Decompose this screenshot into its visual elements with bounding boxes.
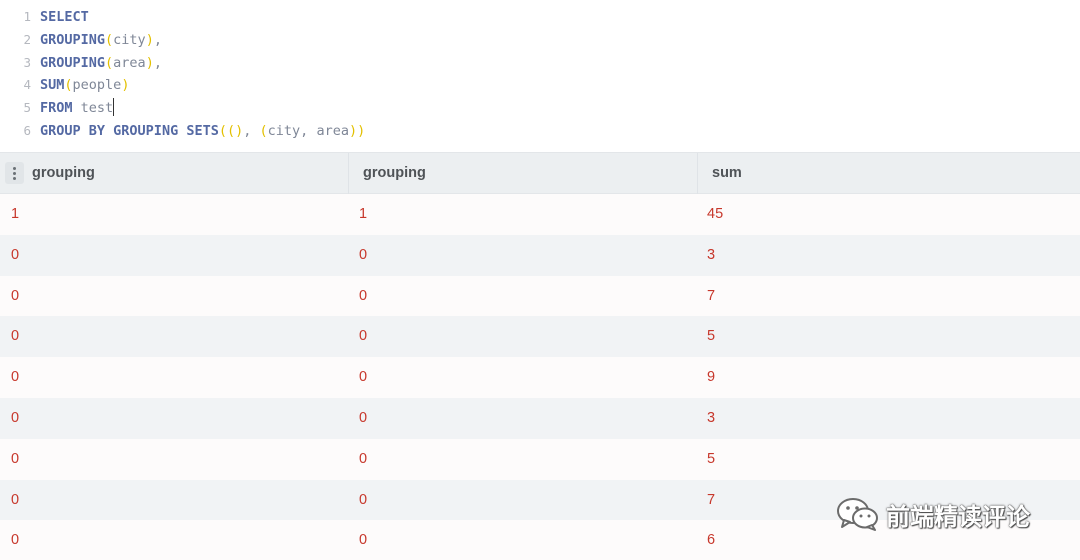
- watermark-text: 前端精读评论: [886, 502, 1030, 531]
- table-cell[interactable]: 0: [11, 480, 19, 521]
- column-menu-icon[interactable]: [5, 162, 24, 184]
- code-token: ,: [153, 31, 162, 48]
- table-cell[interactable]: 0: [359, 276, 367, 317]
- table-cell[interactable]: 0: [359, 439, 367, 480]
- code-token: SUM: [40, 77, 65, 94]
- line-code: SELECT: [40, 6, 89, 28]
- code-token: (: [105, 54, 114, 71]
- table-row[interactable]: 0 0 7: [0, 275, 1080, 317]
- table-row[interactable]: 0 0 3: [0, 398, 1080, 439]
- column-header-sum[interactable]: sum: [698, 153, 1080, 194]
- line-number: 4: [23, 77, 31, 93]
- grid-header: grouping grouping sum: [0, 152, 1080, 194]
- line-code: GROUPING(city),: [40, 29, 162, 51]
- code-token: SELECT: [40, 9, 89, 25]
- table-cell[interactable]: 0: [11, 316, 19, 357]
- column-header-grouping-city[interactable]: grouping: [0, 153, 349, 194]
- text-cursor: [113, 98, 115, 117]
- table-cell[interactable]: 0: [359, 316, 367, 357]
- code-token: GROUPING: [40, 54, 106, 71]
- table-row[interactable]: 0 0 5: [0, 438, 1080, 480]
- table-row[interactable]: 1 1 45: [0, 194, 1080, 235]
- code-token: (: [259, 123, 268, 139]
- table-cell[interactable]: 0: [11, 520, 19, 560]
- line-number: 5: [23, 100, 31, 116]
- table-cell[interactable]: 0: [11, 357, 19, 398]
- code-token: FROM: [40, 100, 73, 117]
- code-token: city: [113, 31, 146, 48]
- table-cell[interactable]: 6: [707, 520, 715, 560]
- code-token: area: [113, 54, 146, 71]
- code-token: ): [145, 31, 154, 48]
- code-token: ): [145, 54, 154, 71]
- table-cell[interactable]: 1: [359, 194, 367, 235]
- table-cell[interactable]: 0: [359, 357, 367, 398]
- code-token: ): [121, 77, 130, 94]
- table-cell[interactable]: 0: [359, 235, 367, 276]
- code-token: GROUPING: [40, 31, 106, 48]
- line-number: 1: [23, 9, 31, 24]
- code-token: GROUP BY: [40, 123, 106, 139]
- table-cell[interactable]: 3: [707, 398, 715, 439]
- code-token: people: [72, 77, 122, 94]
- code-token: ,: [300, 123, 317, 139]
- table-cell[interactable]: 7: [707, 276, 715, 317]
- line-number: 6: [23, 123, 31, 138]
- code-token: ,: [243, 123, 260, 139]
- table-cell[interactable]: 9: [707, 357, 715, 398]
- table-cell[interactable]: 45: [707, 194, 723, 235]
- table-cell[interactable]: 5: [707, 316, 715, 357]
- table-cell[interactable]: 0: [11, 398, 19, 439]
- code-token: area: [316, 123, 349, 139]
- table-cell[interactable]: 0: [11, 439, 19, 480]
- table-cell[interactable]: 0: [359, 520, 367, 560]
- column-header-grouping-area[interactable]: grouping: [349, 153, 698, 194]
- table-cell[interactable]: 0: [11, 276, 19, 317]
- code-token: (: [64, 77, 73, 94]
- code-token: test: [80, 100, 114, 117]
- sql-editor[interactable]: 1 SELECT 2 GROUPING(city), 3 GROUPING(area), 4…: [0, 0, 1080, 152]
- code-token: ((: [218, 123, 236, 139]
- wechat-icon: [837, 498, 878, 531]
- watermark: 前端精读评论: [836, 494, 1066, 534]
- line-code: SUM(people): [40, 74, 129, 96]
- table-cell[interactable]: 7: [707, 480, 715, 521]
- table-row[interactable]: 0 0 3: [0, 234, 1080, 276]
- code-token: GROUPING SETS: [113, 123, 219, 139]
- table-cell[interactable]: 0: [11, 235, 19, 276]
- code-token: (: [105, 31, 114, 48]
- line-code: GROUP BY GROUPING SETS((), (city, area)): [40, 120, 365, 142]
- column-header-label: grouping: [32, 165, 95, 181]
- line-code: FROM test: [40, 97, 115, 119]
- column-header-label: sum: [712, 165, 742, 181]
- table-cell[interactable]: 3: [707, 235, 715, 276]
- table-row[interactable]: 0 0 5: [0, 316, 1080, 358]
- code-token: )): [348, 123, 366, 139]
- table-cell[interactable]: 0: [359, 398, 367, 439]
- code-token: ,: [153, 54, 162, 71]
- table-cell[interactable]: 0: [359, 480, 367, 521]
- code-token: city: [267, 123, 301, 139]
- table-cell[interactable]: 1: [11, 194, 19, 235]
- column-header-label: grouping: [363, 165, 426, 181]
- table-row[interactable]: 0 0 9: [0, 357, 1080, 399]
- table-cell[interactable]: 5: [707, 439, 715, 480]
- line-number: 2: [23, 31, 31, 47]
- line-code: GROUPING(area),: [40, 52, 162, 74]
- line-number: 3: [23, 54, 31, 70]
